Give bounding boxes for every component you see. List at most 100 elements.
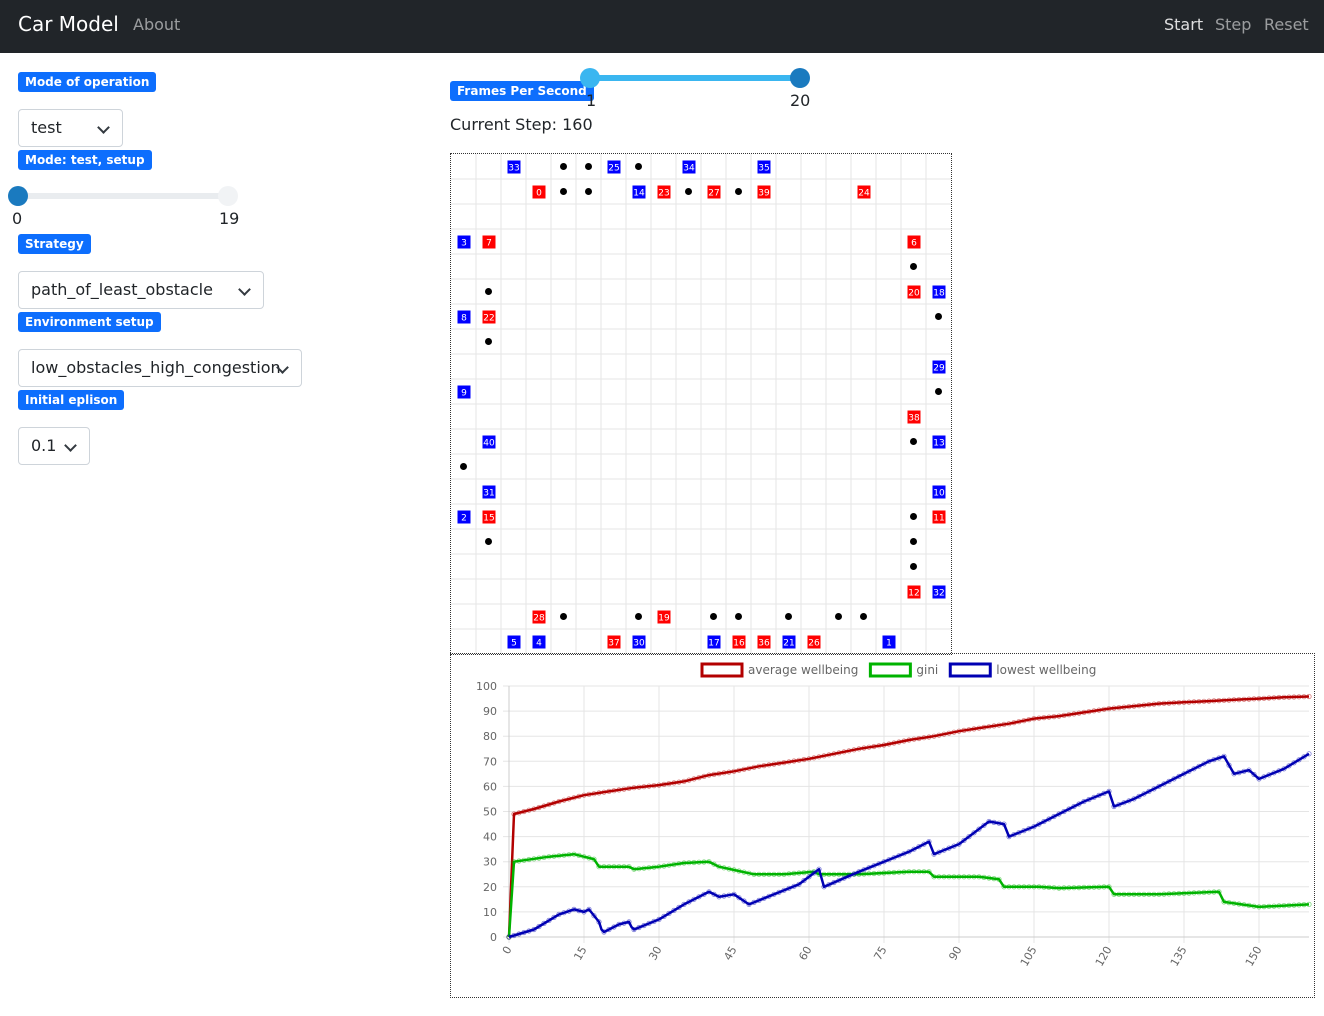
car-id-label: 37 [608,639,619,649]
obstacle-dot [560,188,567,195]
start-button[interactable]: Start [1164,15,1203,34]
y-tick-label: 30 [483,856,497,869]
navbar: Car Model About Start Step Reset [0,0,1324,53]
car-id-label: 11 [933,514,944,524]
x-tick-label: 120 [1093,944,1115,969]
setup-slider-max: 19 [219,209,240,228]
strategy-select-value: path_of_least_obstacle [31,280,213,299]
epsilon-badge: Initial eplison [18,390,125,410]
environment-select[interactable]: low_obstacles_high_congestion [18,349,302,387]
series-line [507,695,1310,938]
epsilon-select-value: 0.1 [31,436,57,455]
legend-label: lowest wellbeing [996,663,1096,677]
car-id-label: 2 [461,514,467,524]
legend-label: average wellbeing [748,663,858,677]
step-button[interactable]: Step [1215,15,1251,34]
car-id-label: 26 [808,639,820,649]
obstacle-dot [785,613,792,620]
car-id-label: 5 [511,639,517,649]
environment-badge: Environment setup [18,312,161,332]
car-id-label: 33 [508,164,519,174]
strategy-select[interactable]: path_of_least_obstacle [18,271,264,309]
x-tick-label: 45 [721,944,739,963]
fps-slider-high-handle[interactable] [790,68,810,88]
car-id-label: 35 [758,164,769,174]
x-tick-label: 105 [1018,944,1040,969]
obstacle-dot [685,188,692,195]
grid-canvas: 33 25 34 350 14 23 27 39 243 7 620 188 222993840 1331… [451,154,951,654]
fps-slider-max: 20 [790,91,811,110]
reset-button[interactable]: Reset [1264,15,1309,34]
chevron-down-icon [238,283,251,296]
car-id-label: 39 [758,189,770,199]
x-tick-label: 15 [571,944,589,963]
fps-slider-low-handle[interactable] [580,68,600,88]
car-id-label: 24 [858,189,870,199]
car-id-label: 32 [933,589,944,599]
chart-canvas: 0 10 20 30 40 50 60 70 80 90 100 0 15 30 45 60 75 90 105 12… [476,662,1312,969]
obstacle-dot [710,613,717,620]
about-link[interactable]: About [133,15,180,34]
y-tick-label: 70 [483,755,497,768]
car-id-label: 25 [608,164,619,174]
chevron-down-icon [97,121,110,134]
legend-swatch [700,662,744,678]
simulation-grid: 33 25 34 35 0 14 23 27 39 24 3 7 6 20 18 8 22 29 9 38 40 13 31… [450,153,952,655]
mode-select-value: test [31,118,62,137]
mode-select[interactable]: test [18,109,123,147]
car-id-label: 3 [461,239,467,249]
y-tick-label: 90 [483,705,497,718]
car-id-label: 13 [933,439,944,449]
series-line [508,752,1310,939]
x-tick-label: 60 [796,944,814,963]
car-id-label: 28 [533,614,545,624]
obstacle-dot [735,188,742,195]
current-step-label: Current Step: 160 [450,115,593,134]
obstacle-dot [910,563,917,570]
car-id-label: 18 [933,289,945,299]
car-id-label: 6 [911,239,917,249]
obstacle-dot [485,338,492,345]
x-tick-label: 135 [1168,944,1190,969]
wellbeing-chart: 0 10 20 30 40 50 60 70 80 90 100 0 15 30 45 60 75 90 105 12… [450,653,1315,998]
car-id-label: 31 [483,489,494,499]
mode-setup-badge: Mode: test, setup [18,150,152,170]
fps-slider-min: 1 [586,91,597,110]
epsilon-select[interactable]: 0.1 [18,427,90,465]
setup-slider-min: 0 [12,209,23,228]
car-id-label: 19 [658,614,670,624]
car-id-label: 22 [483,314,494,324]
obstacle-dot [910,513,917,520]
car-id-label: 1 [886,639,892,649]
brand-link[interactable]: Car Model [18,12,119,36]
obstacle-dot [835,613,842,620]
setup-slider-track[interactable] [18,193,228,199]
setup-slider-handle[interactable] [8,186,28,206]
legend-label: gini [916,663,938,677]
obstacle-dot [460,463,467,470]
y-tick-label: 20 [483,881,497,894]
car-id-label: 10 [933,489,945,499]
car-id-label: 29 [933,364,945,374]
strategy-badge: Strategy [18,234,91,254]
setup-slider-end [218,186,238,206]
obstacle-dot [635,613,642,620]
x-tick-label: 0 [500,944,515,957]
car-id-label: 20 [908,289,920,299]
obstacle-dot [560,163,567,170]
x-tick-label: 90 [946,944,964,963]
car-id-label: 21 [783,639,794,649]
car-id-label: 9 [461,389,467,399]
y-tick-label: 60 [483,780,497,793]
fps-badge: Frames Per Second [450,81,594,101]
obstacle-dot [735,613,742,620]
fps-slider-track[interactable] [590,75,800,81]
obstacle-dot [910,263,917,270]
car-id-label: 4 [536,639,542,649]
car-id-label: 38 [908,414,920,424]
obstacle-dot [935,313,942,320]
obstacle-dot [860,613,867,620]
car-id-label: 15 [483,514,494,524]
y-tick-label: 0 [490,931,497,944]
car-id-label: 27 [708,189,719,199]
